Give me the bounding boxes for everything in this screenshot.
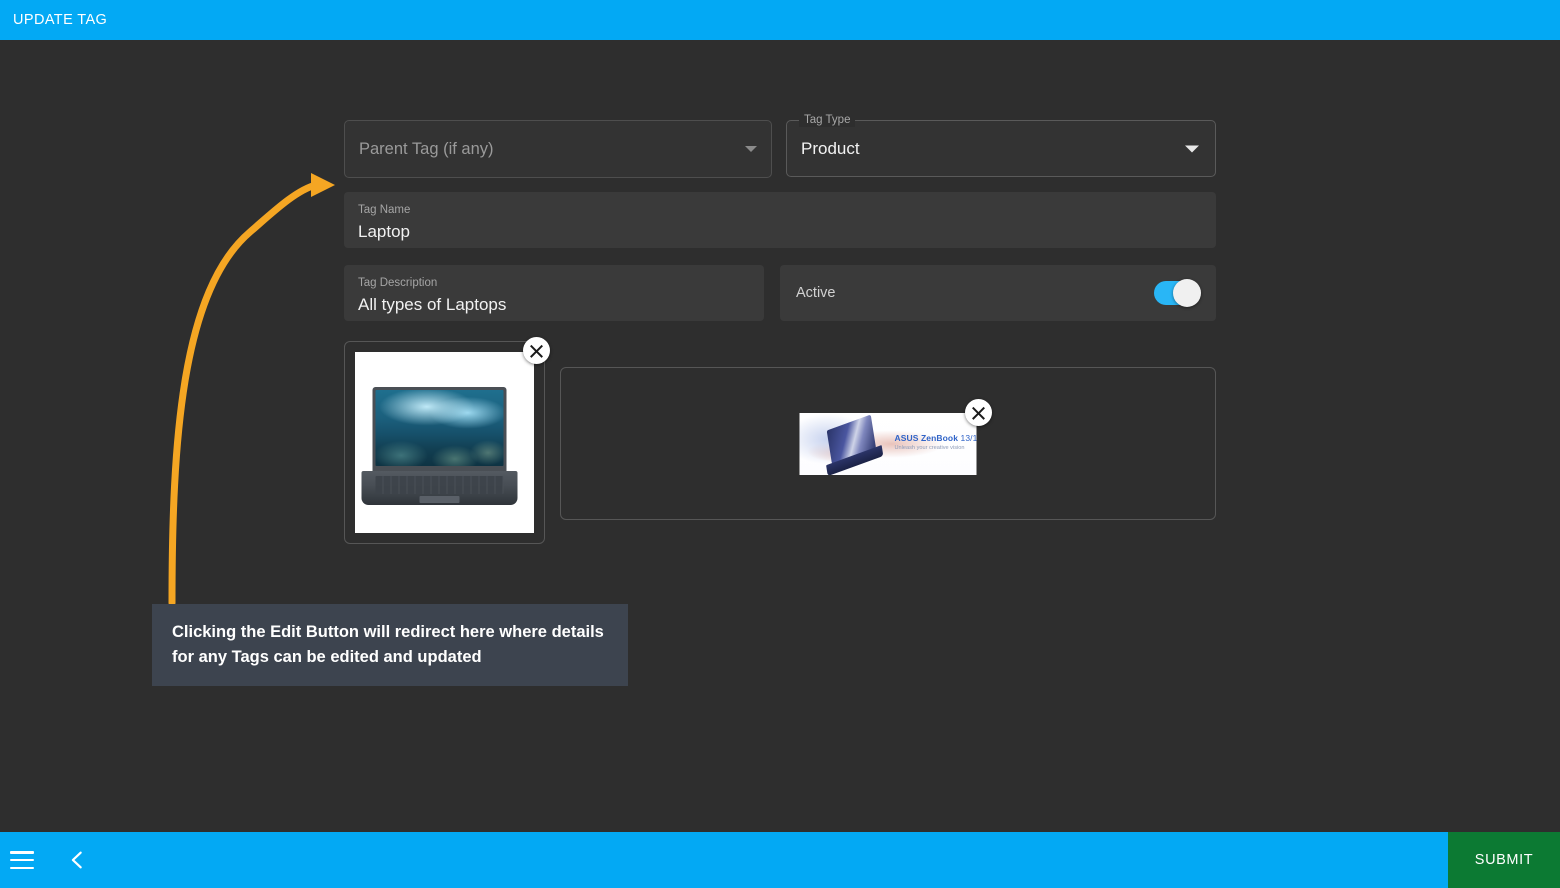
laptop-trackpad <box>419 496 459 503</box>
toggle-knob <box>1173 279 1201 307</box>
laptop-wallpaper <box>375 390 503 466</box>
banner-laptop-illustration <box>826 416 895 475</box>
tag-type-value: Product <box>801 139 860 159</box>
tag-name-value: Laptop <box>358 219 1202 245</box>
annotation-text: Clicking the Edit Button will redirect h… <box>172 620 608 670</box>
banner-heading: ASUS ZenBook 13/14/15 <box>895 433 977 443</box>
tag-name-label: Tag Name <box>358 203 1202 217</box>
remove-banner-image-button[interactable] <box>965 399 992 426</box>
tag-type-select[interactable]: Tag Type Product <box>786 120 1216 177</box>
close-icon <box>529 343 544 358</box>
laptop-keyboard-base <box>361 471 517 505</box>
parent-tag-placeholder: Parent Tag (if any) <box>359 140 494 159</box>
chevron-left-icon[interactable] <box>66 849 88 871</box>
chevron-down-icon <box>1185 145 1199 152</box>
submit-button[interactable]: SUBMIT <box>1448 832 1560 888</box>
parent-tag-select[interactable]: Parent Tag (if any) <box>344 120 772 178</box>
banner-image: ASUS ZenBook 13/14/15 Unleash your creat… <box>800 413 977 475</box>
banner-brand: ASUS ZenBook <box>895 433 959 443</box>
tag-description-label: Tag Description <box>358 276 750 290</box>
page-title: UPDATE TAG <box>0 12 107 28</box>
banner-models: 13/14/15 <box>958 433 976 443</box>
tag-description-field[interactable]: Tag Description All types of Laptops <box>344 265 764 321</box>
annotation-callout: Clicking the Edit Button will redirect h… <box>152 604 628 686</box>
product-image-card <box>344 341 545 544</box>
tag-type-label: Tag Type <box>799 113 855 127</box>
active-toggle-label: Active <box>796 285 836 301</box>
tag-description-value: All types of Laptops <box>358 292 750 318</box>
tag-name-field[interactable]: Tag Name Laptop <box>344 192 1216 248</box>
laptop-illustration <box>372 387 517 505</box>
laptop-screen <box>372 387 506 471</box>
product-image <box>355 352 534 533</box>
remove-product-image-button[interactable] <box>523 337 550 364</box>
close-icon <box>971 405 986 420</box>
update-tag-screen: UPDATE TAG Parent Tag (if any) Tag Type … <box>0 0 1560 888</box>
top-app-bar: UPDATE TAG <box>0 0 1560 40</box>
chevron-down-icon <box>745 146 757 152</box>
hamburger-menu-icon[interactable] <box>10 851 34 869</box>
bottom-app-bar: SUBMIT <box>0 832 1560 888</box>
active-toggle-switch[interactable] <box>1154 281 1198 305</box>
form-canvas: Parent Tag (if any) Tag Type Product Tag… <box>0 40 1560 832</box>
banner-image-card: ASUS ZenBook 13/14/15 Unleash your creat… <box>560 367 1216 520</box>
laptop-keys <box>375 476 503 494</box>
banner-tagline: Unleash your creative vision <box>895 445 965 451</box>
active-toggle-field[interactable]: Active <box>780 265 1216 321</box>
